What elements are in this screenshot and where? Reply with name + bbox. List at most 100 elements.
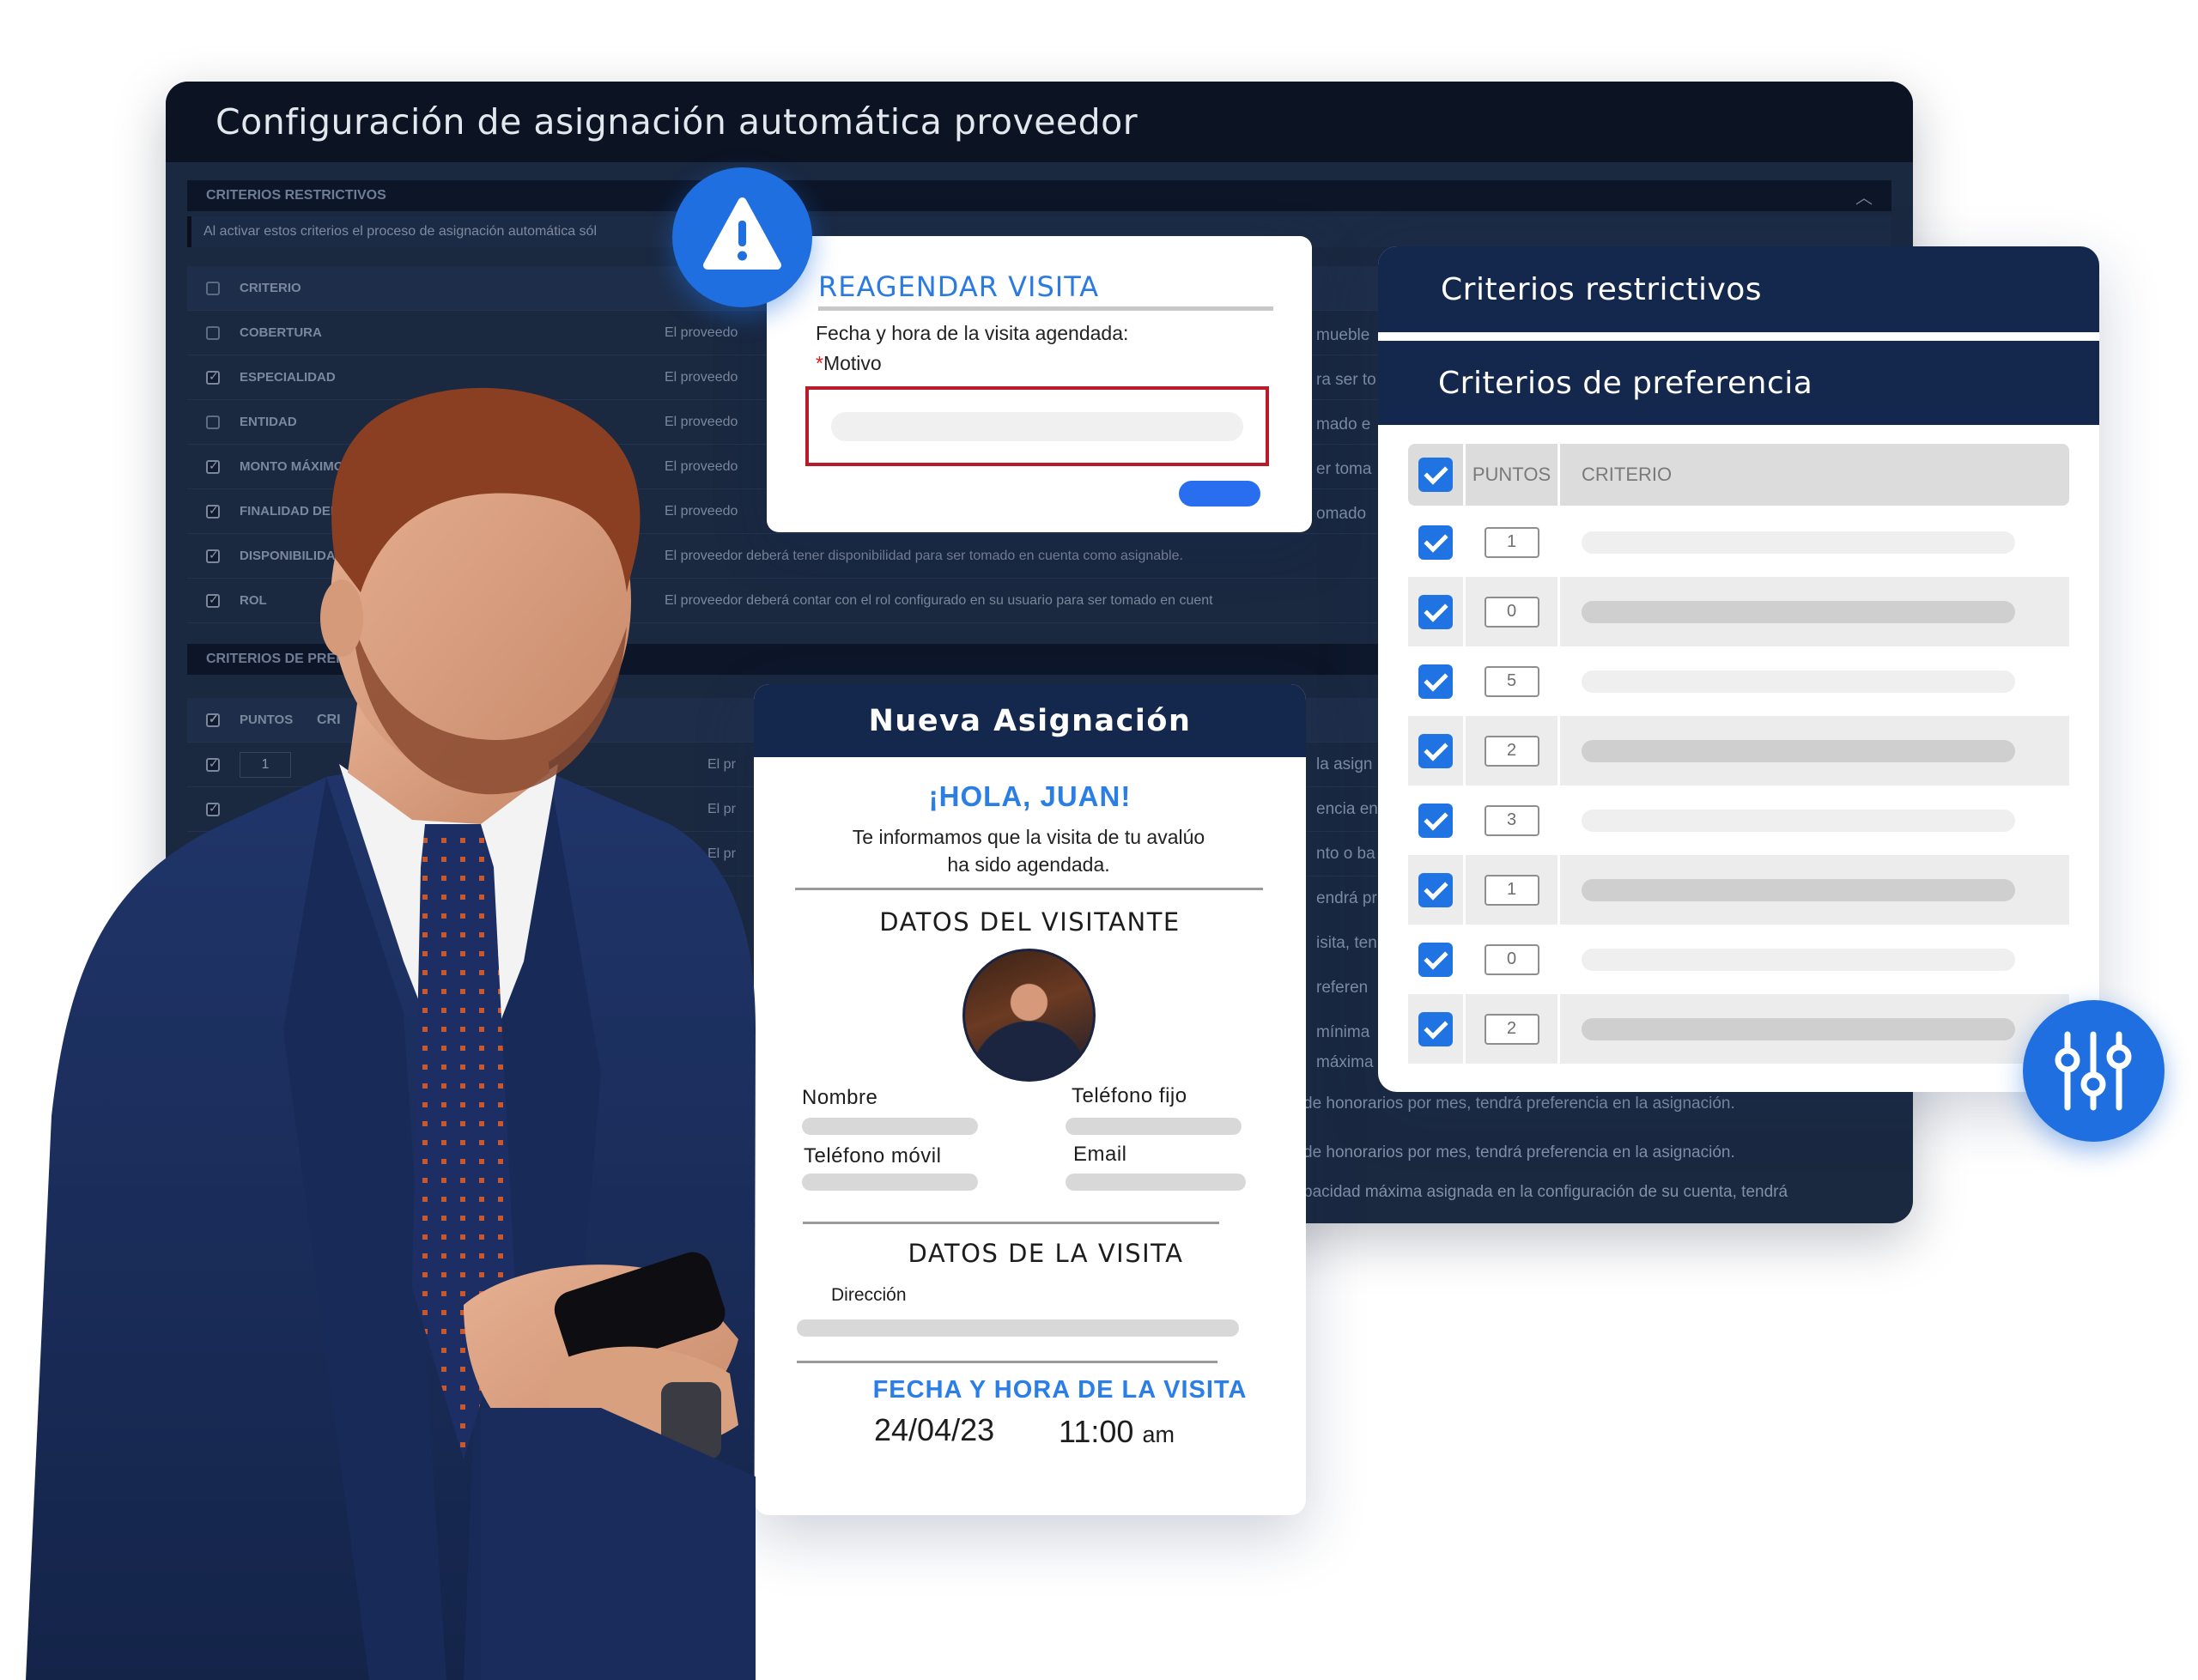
restrictive-section-label: CRITERIOS RESTRICTIVOS (206, 188, 386, 203)
criterion-placeholder (1582, 1017, 2015, 1040)
new-assignment-title: Nueva Asignación (868, 703, 1192, 738)
visit-time-value: 11:00 (1059, 1414, 1134, 1449)
required-mark: * (816, 352, 823, 374)
bottom-line: pacidad máxima asignada en la configurac… (1303, 1183, 1788, 1201)
config-window-titlebar: Configuración de asignación automática p… (166, 82, 1913, 162)
side-fragment: máxima (1316, 1053, 1374, 1071)
row-checkbox[interactable] (1418, 733, 1453, 768)
visit-section-title: DATOS DE LA VISITA (908, 1239, 1184, 1268)
criterion-placeholder (1582, 531, 2015, 554)
criterion-name: ENTIDAD (240, 415, 297, 429)
side-fragment: encia en (1316, 800, 1378, 818)
tab-restrictive-criteria[interactable]: Criterios restrictivos (1378, 246, 2099, 332)
points-input[interactable]: 0 (1484, 596, 1539, 628)
table-row: 1 (1408, 507, 2069, 577)
side-fragment: omado (1316, 505, 1367, 523)
side-fragment: endrá pr (1316, 889, 1377, 907)
row-checkbox[interactable] (1418, 664, 1453, 699)
reason-input[interactable] (831, 411, 1243, 441)
visit-time: 11:00 am (1059, 1414, 1175, 1450)
select-all-checkbox[interactable] (1418, 458, 1453, 492)
side-fragment: la asign (1316, 755, 1373, 773)
select-all-checkbox[interactable] (206, 281, 220, 295)
row-checkbox[interactable] (1418, 942, 1453, 977)
new-assignment-header: Nueva Asignación (754, 684, 1306, 757)
divider (818, 306, 1273, 311)
points-input[interactable]: 3 (1484, 804, 1539, 836)
criterion-placeholder (1582, 809, 2015, 832)
reason-label: *Motivo (816, 352, 882, 375)
row-checkbox[interactable] (1418, 803, 1453, 838)
address-label: Dirección (831, 1285, 907, 1305)
row-checkbox[interactable] (1418, 1011, 1453, 1046)
warning-icon (672, 167, 812, 307)
divider (797, 1361, 1217, 1363)
visit-time-ampm: am (1142, 1422, 1175, 1447)
row-checkbox[interactable] (206, 592, 220, 608)
reschedule-title: REAGENDAR VISITA (818, 270, 1100, 303)
points-input[interactable]: 1 (240, 751, 291, 778)
row-checkbox[interactable] (206, 548, 220, 563)
criterion-placeholder (1582, 878, 2015, 901)
row-checkbox[interactable] (206, 756, 220, 772)
submit-button[interactable] (1179, 481, 1260, 506)
table-row: 0 (1408, 577, 2069, 646)
table-row: 5 (1408, 646, 2069, 716)
name-value (802, 1118, 978, 1135)
criterion-placeholder (1582, 739, 2015, 762)
bottom-line: de honorarios por mes, tendrá preferenci… (1303, 1095, 1735, 1113)
points-input[interactable]: 0 (1484, 943, 1539, 975)
points-input[interactable]: 1 (1484, 874, 1539, 906)
new-assignment-card: Nueva Asignación ¡HOLA, JUAN! Te informa… (754, 684, 1306, 1515)
chevron-up-icon[interactable]: ︿ (1855, 184, 1873, 209)
visitor-section-title: DATOS DEL VISITANTE (879, 907, 1181, 937)
assignment-message-line1: Te informamos que la visita de tu avalúo (852, 826, 1205, 848)
row-checkbox[interactable] (206, 415, 220, 429)
select-all-checkbox[interactable] (206, 712, 220, 727)
email-value (1066, 1174, 1246, 1191)
divider (795, 888, 1263, 890)
reason-label-text: Motivo (823, 352, 882, 374)
preference-table-header: PUNTOS CRITERIO (1408, 444, 2069, 506)
row-checkbox[interactable] (1418, 525, 1453, 560)
greeting: ¡HOLA, JUAN! (928, 780, 1132, 812)
name-label: Nombre (802, 1086, 878, 1109)
reschedule-dialog: REAGENDAR VISITA Fecha y hora de la visi… (767, 236, 1312, 532)
side-fragment: isita, ten (1316, 934, 1377, 952)
table-row: 1 (1408, 855, 2069, 925)
points-input[interactable]: 2 (1484, 735, 1539, 767)
datetime-section-title: FECHA Y HORA DE LA VISITA (872, 1376, 1248, 1404)
tab-preference-criteria[interactable]: Criterios de preferencia (1378, 341, 2099, 425)
criterion-placeholder (1582, 670, 2015, 693)
row-checkbox[interactable] (206, 369, 220, 385)
restrictive-section-header[interactable]: CRITERIOS RESTRICTIVOS ︿ (187, 180, 1891, 211)
side-fragment: mueble (1316, 326, 1370, 344)
preference-criteria-card: Criterios restrictivos Criterios de pref… (1378, 246, 2099, 1092)
bottom-line: de honorarios por mes, tendrá preferenci… (1303, 1143, 1735, 1161)
points-input[interactable]: 1 (1484, 526, 1539, 558)
row-checkbox[interactable] (1418, 872, 1453, 907)
sliders-icon[interactable] (2023, 1000, 2165, 1142)
side-fragment: er toma (1316, 460, 1372, 478)
config-window-title: Configuración de asignación automática p… (216, 101, 1138, 143)
landline-label: Teléfono fijo (1072, 1084, 1187, 1107)
table-row: 0 (1408, 925, 2069, 994)
tab-restrictive-label: Criterios restrictivos (1441, 271, 1763, 307)
points-header: PUNTOS (240, 713, 294, 727)
assignment-message-line2: ha sido agendada. (947, 853, 1110, 876)
criterion-placeholder (1582, 600, 2015, 623)
side-fragment: referen (1316, 979, 1369, 997)
row-checkbox[interactable] (1418, 594, 1453, 629)
email-label: Email (1073, 1143, 1127, 1166)
points-input[interactable]: 5 (1484, 665, 1539, 697)
row-checkbox[interactable] (206, 458, 220, 474)
row-checkbox[interactable] (206, 503, 220, 519)
mobile-label: Teléfono móvil (804, 1144, 942, 1168)
row-checkbox[interactable] (206, 325, 220, 340)
side-fragment: mínima (1316, 1023, 1370, 1041)
side-fragment: ra ser to (1316, 371, 1376, 389)
points-input[interactable]: 2 (1484, 1013, 1539, 1045)
row-checkbox[interactable] (206, 801, 220, 816)
criterion-placeholder (1582, 948, 2015, 971)
assignment-message: Te informamos que la visita de tu avalúo… (805, 823, 1252, 878)
